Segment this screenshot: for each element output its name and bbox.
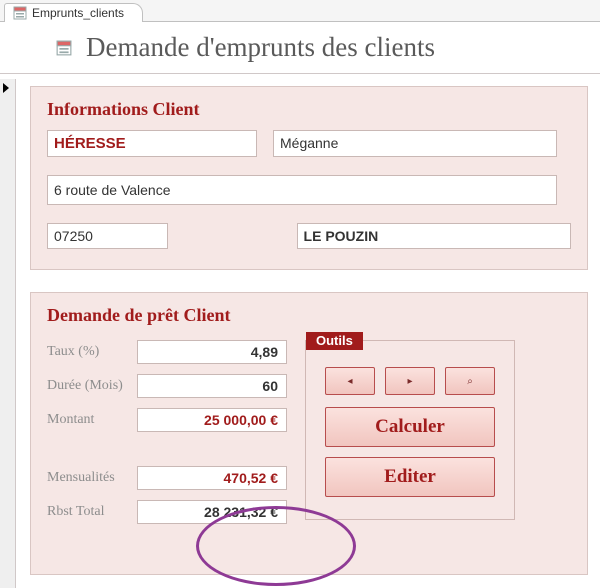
tab-emprunts-clients[interactable]: Emprunts_clients (4, 3, 143, 22)
form-header: Demande d'emprunts des clients (0, 22, 600, 74)
label-amount: Montant (47, 412, 137, 428)
rate-field[interactable]: 4,89 (137, 340, 287, 364)
city-field[interactable]: LE POUZIN (297, 223, 571, 249)
form-canvas: Demande d'emprunts des clients Informati… (0, 22, 600, 588)
client-info-panel: Informations Client HÉRESSE Méganne 6 ro… (30, 86, 588, 270)
client-info-title: Informations Client (47, 99, 571, 120)
edit-button[interactable]: Editer (325, 457, 495, 497)
zip-field[interactable]: 07250 (47, 223, 168, 249)
address-field[interactable]: 6 route de Valence (47, 175, 557, 205)
page-title: Demande d'emprunts des clients (86, 32, 435, 63)
nav-next-button[interactable]: ▸ (385, 367, 435, 395)
firstname-field[interactable]: Méganne (273, 130, 557, 157)
search-icon: ⌕ (467, 376, 473, 387)
record-selector[interactable] (0, 79, 16, 588)
tab-label: Emprunts_clients (32, 6, 124, 20)
label-rate: Taux (%) (47, 344, 137, 360)
current-record-icon (3, 83, 9, 93)
lastname-field[interactable]: HÉRESSE (47, 130, 257, 157)
label-total: Rbst Total (47, 504, 137, 520)
amount-field[interactable]: 25 000,00 € (137, 408, 287, 432)
loan-fields: Taux (%) 4,89 Durée (Mois) 60 Montant 25… (47, 340, 287, 534)
arrow-right-icon: ▸ (407, 376, 412, 387)
form-icon (13, 6, 27, 20)
tools-label: Outils (306, 332, 363, 350)
form-icon (56, 40, 72, 56)
calculate-button[interactable]: Calculer (325, 407, 495, 447)
nav-prev-button[interactable]: ◂ (325, 367, 375, 395)
nav-search-button[interactable]: ⌕ (445, 367, 495, 395)
tab-strip: Emprunts_clients (0, 0, 600, 22)
loan-panel-title: Demande de prêt Client (47, 305, 571, 326)
label-duration: Durée (Mois) (47, 378, 137, 394)
tools-group: Outils ◂ ▸ ⌕ Calculer Editer (305, 340, 515, 520)
arrow-left-icon: ◂ (347, 376, 352, 387)
total-field[interactable]: 28 231,32 € (137, 500, 287, 524)
duration-field[interactable]: 60 (137, 374, 287, 398)
loan-panel: Demande de prêt Client Taux (%) 4,89 Dur… (30, 292, 588, 575)
label-monthly: Mensualités (47, 470, 137, 486)
monthly-field[interactable]: 470,52 € (137, 466, 287, 490)
